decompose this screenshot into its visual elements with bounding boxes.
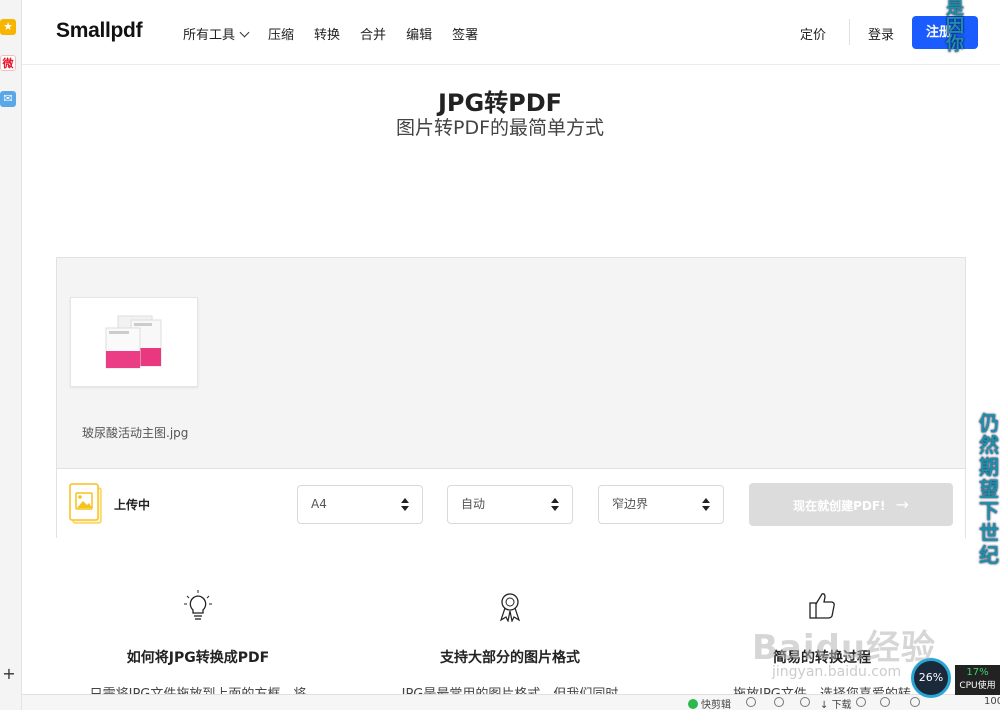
favorites-star-icon[interactable]: ★ (0, 19, 16, 35)
baidu-watermark-url: jingyan.baidu.com (772, 664, 902, 680)
smallpdf-logo[interactable]: Smallpdf (56, 19, 143, 43)
download-label: 下载 (831, 700, 852, 711)
status-icon[interactable] (910, 697, 920, 707)
select-arrows-icon (401, 498, 409, 512)
ribbon-badge-icon (499, 593, 521, 622)
nav-pricing[interactable]: 定价 (800, 24, 826, 43)
file-thumbnail[interactable] (70, 297, 198, 387)
nav-all-tools[interactable]: 所有工具 (183, 24, 250, 43)
file-name: 玻尿酸活动主图.jpg (82, 426, 189, 440)
page-size-value: A4 (311, 497, 327, 511)
thumbs-up-icon (809, 593, 835, 619)
feature-how-to: 如何将JPG转换成PDF 只需将JPG文件拖放到上面的方框，将 (48, 590, 348, 702)
upload-status: 上传中 (114, 498, 151, 512)
zoom-level[interactable]: 100 (984, 696, 1000, 707)
select-arrows-icon (702, 498, 710, 512)
feature-title: 支持大部分的图片格式 (440, 650, 580, 666)
status-icon[interactable] (800, 697, 810, 707)
status-icon[interactable] (746, 697, 756, 707)
play-icon (688, 699, 698, 709)
cpu-widget[interactable]: 26% 17% CPU使用 (911, 657, 1000, 698)
cpu-value: 17% (966, 667, 989, 678)
margin-value: 窄边界 (612, 497, 649, 511)
cpu-label: CPU使用 (959, 681, 996, 691)
browser-statusbar: 快剪辑 ↓ 下载 100 (22, 694, 1000, 711)
site-header: Smallpdf 所有工具 压缩 转换 合并 编辑 签署 定价 登录 注册 (22, 0, 1000, 65)
margin-select[interactable]: 窄边界 (598, 485, 724, 524)
select-arrows-icon (551, 498, 559, 512)
baidu-watermark: Baidu经验 (752, 628, 937, 668)
create-pdf-button[interactable]: 现在就创建PDF! → (749, 483, 953, 526)
status-icon[interactable] (880, 697, 890, 707)
arrow-right-icon: → (895, 495, 909, 514)
chevron-down-icon (239, 27, 250, 38)
nav-compress[interactable]: 压缩 (268, 24, 294, 43)
feature-formats: 支持大部分的图片格式 JPG是最常用的图片格式，但我们同时 (360, 590, 660, 702)
add-icon[interactable]: + (2, 666, 16, 682)
nav-merge[interactable]: 合并 (360, 24, 386, 43)
page-subtitle: 图片转PDF的最简单方式 (395, 117, 605, 139)
nav-sign[interactable]: 签署 (452, 24, 478, 43)
nav-edit[interactable]: 编辑 (406, 24, 432, 43)
download-button[interactable]: ↓ 下载 (820, 696, 852, 711)
upload-area[interactable]: 玻尿酸活动主图.jpg 上传中 A4 自动 窄边界 现在就创建PDF! → (56, 257, 966, 538)
status-icon[interactable] (774, 697, 784, 707)
nav-convert[interactable]: 转换 (314, 24, 340, 43)
options-toolbar: 上传中 A4 自动 窄边界 现在就创建PDF! → (57, 468, 965, 538)
overlay-text-side: 仍然期望下世纪 (979, 411, 999, 567)
product-image (105, 315, 162, 369)
nav-all-tools-label: 所有工具 (183, 28, 236, 43)
header-divider (849, 19, 850, 45)
cpu-dial: 26% (911, 658, 951, 698)
orientation-select[interactable]: 自动 (447, 485, 573, 524)
status-icon[interactable] (856, 697, 866, 707)
cpu-box: 17% CPU使用 (955, 665, 1000, 695)
create-pdf-label: 现在就创建PDF! (793, 499, 886, 513)
weibo-icon[interactable]: 微 (0, 55, 16, 71)
main-nav: 所有工具 压缩 转换 合并 编辑 签署 (183, 24, 498, 43)
quick-edit-label: 快剪辑 (701, 700, 731, 711)
orientation-value: 自动 (461, 497, 486, 511)
lightbulb-icon (184, 590, 212, 620)
quick-edit-button[interactable]: 快剪辑 (688, 696, 731, 711)
page-size-select[interactable]: A4 (297, 485, 423, 524)
overlay-text-top: 是因你 (946, 0, 964, 55)
login-link[interactable]: 登录 (868, 24, 894, 43)
image-file-icon (69, 483, 102, 524)
feature-title: 如何将JPG转换成PDF (126, 650, 270, 666)
